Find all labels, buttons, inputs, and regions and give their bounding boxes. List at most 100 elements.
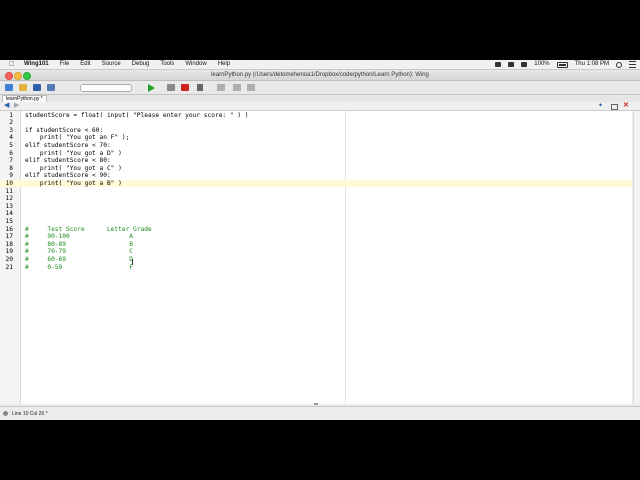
wifi-icon[interactable] [521,62,528,67]
code-line[interactable]: 8 print( "You got a C" ) [0,165,632,173]
pin-icon[interactable]: ✦ [598,102,603,110]
mouse-ibeam-cursor [132,259,133,265]
line-number: 5 [9,141,13,149]
window-title: learnPython.py (/Users/detomehenoa1/Drop… [211,72,429,78]
pause-icon[interactable] [197,84,203,91]
code-line[interactable]: 14 [0,210,632,218]
code-line[interactable]: 20 # 60-69 D [0,256,632,264]
open-folder-icon[interactable] [19,84,27,91]
code-line[interactable]: 21 # 0-59 F [0,264,632,272]
back-arrow-icon[interactable]: ◀ [4,102,9,110]
code-line[interactable]: 19 # 70-79 C [0,248,632,256]
step-into-icon[interactable] [217,84,225,91]
code-text[interactable]: print( "You got an F" ); [25,134,129,142]
window-close-button[interactable] [5,72,13,80]
debug-icon[interactable] [167,84,175,91]
code-line[interactable]: 7 elif studentScore < 80: [0,157,632,165]
line-number: 19 [5,248,13,256]
toolbar-search-input[interactable] [80,84,132,92]
search-icon[interactable] [616,61,622,68]
code-text[interactable]: studentScore = float( input( "Please ent… [25,112,249,120]
vertical-scrollbar[interactable] [633,111,640,404]
code-line[interactable]: 18 # 80-89 B [0,241,632,249]
status-bar: Line 10 Col 26 * [0,406,640,420]
notification-center-icon[interactable] [629,61,636,68]
code-text[interactable]: if studentScore < 60: [25,127,103,135]
code-editor[interactable]: 1 studentScore = float( input( "Please en… [0,111,632,404]
code-line[interactable]: 15 [0,218,632,226]
code-text[interactable]: print( "You got a D" ) [25,150,122,158]
line-number: 10 [5,179,13,187]
macos-menu-bar:  Wing101 File Edit Source Debug Tools W… [0,60,640,70]
menu-source[interactable]: Source [102,60,121,69]
new-file-icon[interactable] [5,84,13,91]
code-text[interactable]: # Test Score Letter Grade [25,226,152,234]
step-out-icon[interactable] [247,84,255,91]
forward-arrow-icon[interactable]: ▶ [14,102,19,110]
menu-debug[interactable]: Debug [132,60,150,69]
code-line[interactable]: 2 [0,119,632,127]
line-number: 17 [5,233,13,241]
menu-edit[interactable]: Edit [80,60,90,69]
menu-app-name[interactable]: Wing101 [24,60,49,69]
code-text[interactable]: # 0-59 F [25,264,133,272]
app-screen:  Wing101 File Edit Source Debug Tools W… [0,60,640,420]
menu-window[interactable]: Window [185,60,206,69]
step-over-icon[interactable] [233,84,241,91]
code-line[interactable]: 17 # 90-100 A [0,233,632,241]
code-line[interactable]: 13 [0,203,632,211]
code-line[interactable]: 16 # Test Score Letter Grade [0,226,632,234]
line-number: 14 [5,210,13,218]
line-number: 21 [5,263,13,271]
save-all-icon[interactable] [47,84,55,91]
line-number: 11 [5,187,13,195]
line-number: 9 [9,172,13,180]
dropbox-icon[interactable] [495,62,502,67]
window-minimize-button[interactable] [14,72,22,80]
line-number: 15 [5,217,13,225]
code-text[interactable]: print( "You got a C" ) [25,165,122,173]
code-line[interactable]: 3 if studentScore < 60: [0,127,632,135]
line-number: 4 [9,134,13,142]
code-line[interactable]: 6 print( "You got a D" ) [0,150,632,158]
code-line[interactable]: 5 elif studentScore < 70: [0,142,632,150]
run-icon[interactable] [148,84,155,92]
clock[interactable]: Thu 1:08 PM [575,60,609,69]
code-line[interactable]: 11 [0,188,632,196]
code-text[interactable]: elif studentScore < 90: [25,172,111,180]
save-icon[interactable] [33,84,41,91]
apple-icon[interactable]:  [9,60,14,69]
code-line[interactable]: 9 elif studentScore < 90: [0,172,632,180]
code-text[interactable]: # 60-69 D [25,256,133,264]
menu-file[interactable]: File [60,60,70,69]
toolbar [0,81,640,95]
line-number: 12 [5,195,13,203]
window-title-bar: learnPython.py (/Users/detomehenoa1/Drop… [0,70,640,81]
split-view-icon[interactable] [611,104,618,110]
code-text[interactable]: # 90-100 A [25,233,133,241]
panel-splitter-handle[interactable] [314,403,318,405]
battery-icon[interactable] [556,61,568,68]
editor-nav-bar: ◀ ▶ ✦ ✕ [0,102,640,111]
code-line[interactable]: 10 print( "You got a B" ) [0,179,632,188]
close-editor-icon[interactable]: ✕ [623,102,629,110]
stop-icon[interactable] [181,84,189,91]
line-number: 6 [9,149,13,157]
line-number: 7 [9,157,13,165]
menu-help[interactable]: Help [218,60,230,69]
window-maximize-button[interactable] [23,72,31,80]
line-number: 8 [9,164,13,172]
code-line[interactable]: 1 studentScore = float( input( "Please en… [0,112,632,120]
code-text[interactable]: print( "You got a B" ) [25,180,122,188]
code-line[interactable]: 4 print( "You got an F" ); [0,134,632,142]
code-line[interactable]: 12 [0,195,632,203]
code-text[interactable]: elif studentScore < 80: [25,157,111,165]
line-number: 16 [5,225,13,233]
status-icon [3,411,8,416]
display-icon[interactable] [508,62,515,67]
code-text[interactable]: # 70-79 C [25,248,133,256]
code-text[interactable]: elif studentScore < 70: [25,142,111,150]
code-text[interactable]: # 80-89 B [25,241,133,249]
menu-tools[interactable]: Tools [160,60,174,69]
cursor-position-status: Line 10 Col 26 * [12,411,48,417]
